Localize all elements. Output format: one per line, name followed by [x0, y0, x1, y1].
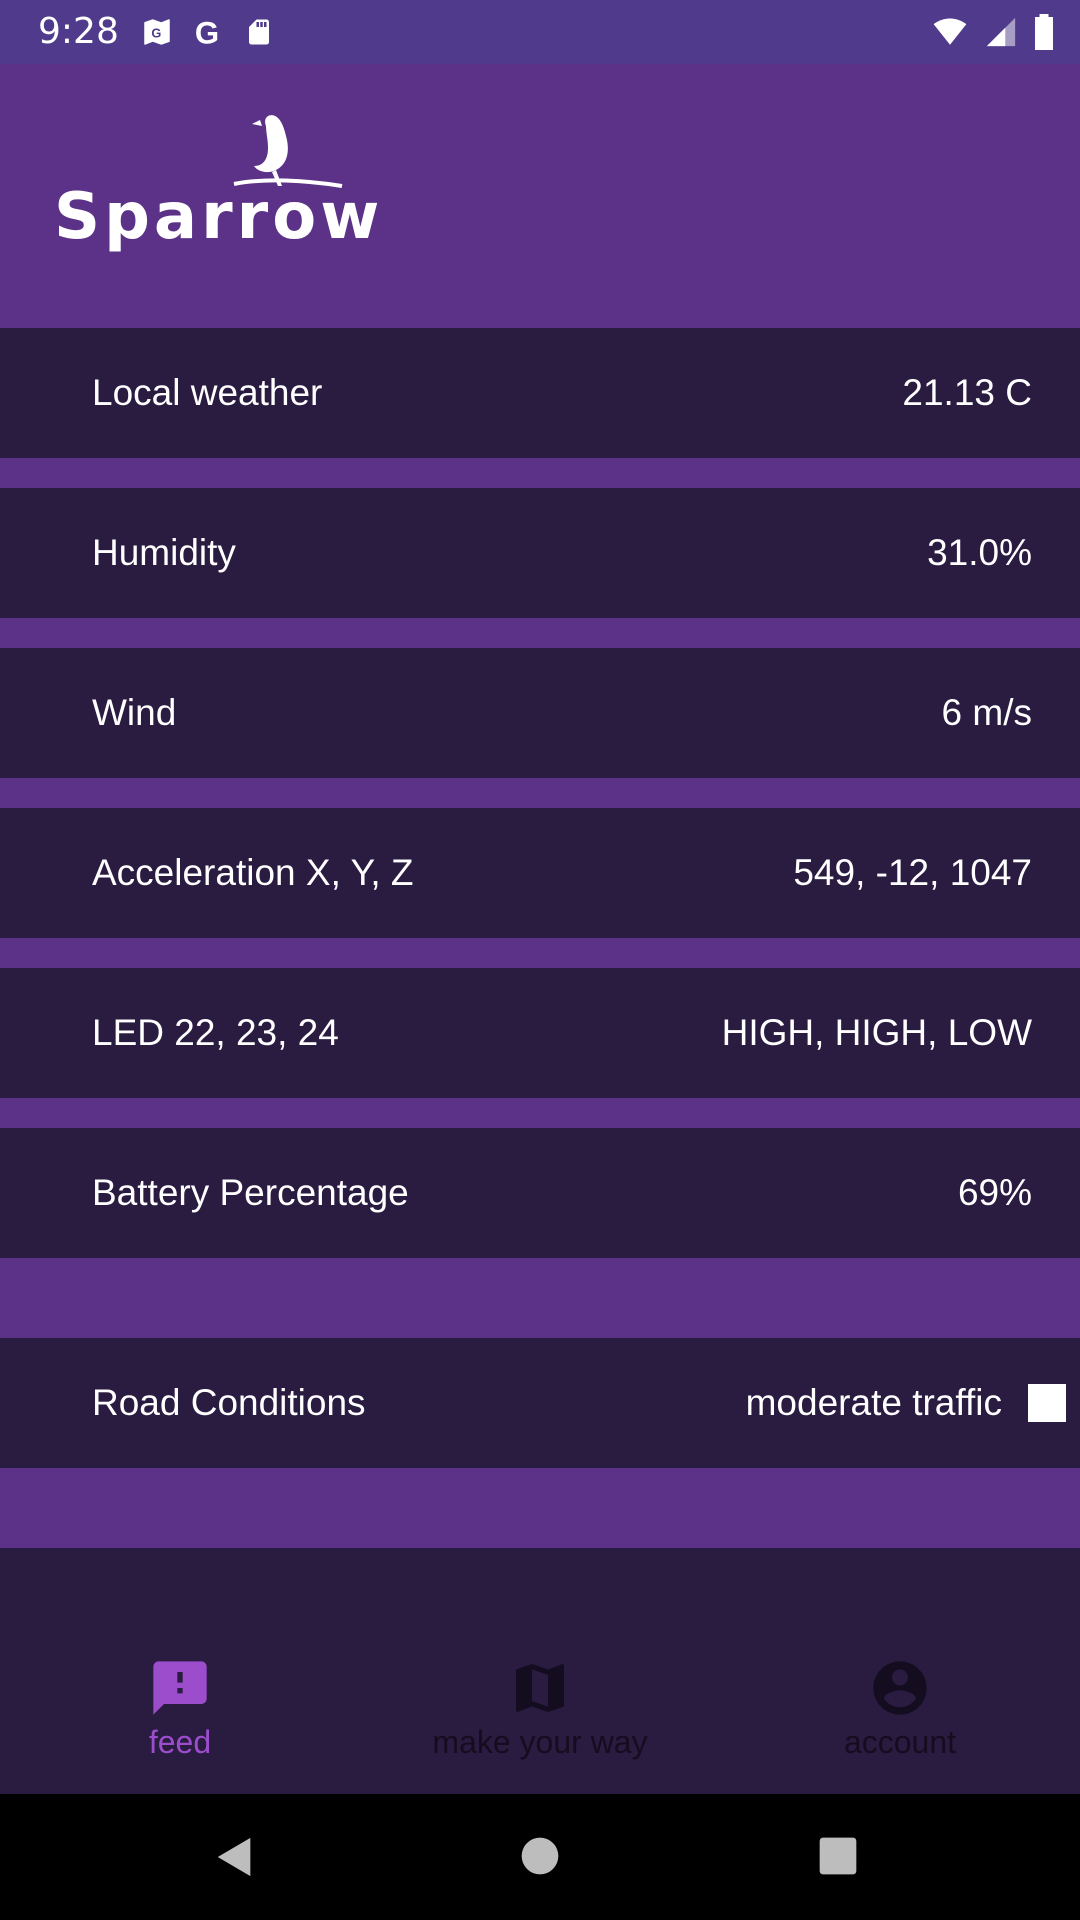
account-circle-icon — [873, 1661, 927, 1715]
row-battery-percentage: Battery Percentage 69% — [0, 1128, 1080, 1258]
row-local-weather: Local weather 21.13 C — [0, 328, 1080, 458]
road-conditions-checkbox[interactable] — [1028, 1384, 1066, 1422]
row-value: 31.0% — [927, 532, 1032, 573]
nav-item-feed[interactable]: feed — [0, 1548, 360, 1794]
row-led: LED 22, 23, 24 HIGH, HIGH, LOW — [0, 968, 1080, 1098]
battery-icon — [1035, 14, 1053, 50]
nav-item-make-your-way[interactable]: make your way — [360, 1548, 720, 1794]
nav-item-account[interactable]: account — [720, 1548, 1080, 1794]
row-label: LED 22, 23, 24 — [92, 1012, 339, 1053]
row-label: Wind — [92, 692, 177, 733]
row-humidity: Humidity 31.0% — [0, 488, 1080, 618]
system-navigation-bar — [0, 1794, 1080, 1920]
app-bar: Sparrow — [0, 64, 1080, 328]
row-label: Humidity — [92, 532, 236, 573]
back-icon[interactable] — [212, 1834, 258, 1880]
row-value: 21.13 C — [902, 372, 1032, 413]
nav-label-feed: feed — [148, 1724, 212, 1760]
sparrow-logo: Sparrow — [54, 114, 379, 264]
maps-icon: G — [144, 19, 170, 45]
status-time: 9:28 — [38, 11, 119, 52]
row-label: Road Conditions — [92, 1382, 366, 1423]
wifi-icon — [933, 18, 967, 45]
row-value: 69% — [957, 1172, 1032, 1213]
row-value: HIGH, HIGH, LOW — [721, 1012, 1032, 1053]
home-icon[interactable] — [520, 1836, 560, 1876]
row-label: Local weather — [92, 372, 323, 413]
nav-label-account: account — [843, 1724, 957, 1760]
row-label: Acceleration X, Y, Z — [92, 852, 414, 893]
nav-label-make-your-way: make your way — [432, 1724, 648, 1760]
status-icons-right — [930, 12, 1056, 52]
map-icon — [516, 1664, 564, 1712]
status-icons-left: G G — [140, 12, 274, 52]
bottom-navigation: feed make your way account — [0, 1548, 1080, 1794]
row-value: 549, -12, 1047 — [793, 852, 1032, 893]
logo-text: Sparrow — [54, 180, 384, 254]
row-label: Battery Percentage — [92, 1172, 409, 1213]
signal-icon — [986, 17, 1016, 47]
row-value: moderate traffic — [745, 1382, 1002, 1423]
sd-card-icon — [249, 19, 269, 45]
row-wind: Wind 6 m/s — [0, 648, 1080, 778]
feedback-icon — [153, 1661, 207, 1715]
row-road-conditions: Road Conditions moderate traffic — [0, 1338, 1080, 1468]
row-acceleration: Acceleration X, Y, Z 549, -12, 1047 — [0, 808, 1080, 938]
svg-text:G: G — [151, 26, 161, 41]
status-bar: 9:28 G G — [0, 0, 1080, 64]
svg-text:G: G — [195, 15, 219, 49]
google-icon: G — [195, 15, 219, 49]
recents-icon[interactable] — [818, 1836, 858, 1876]
row-value: 6 m/s — [941, 692, 1032, 733]
